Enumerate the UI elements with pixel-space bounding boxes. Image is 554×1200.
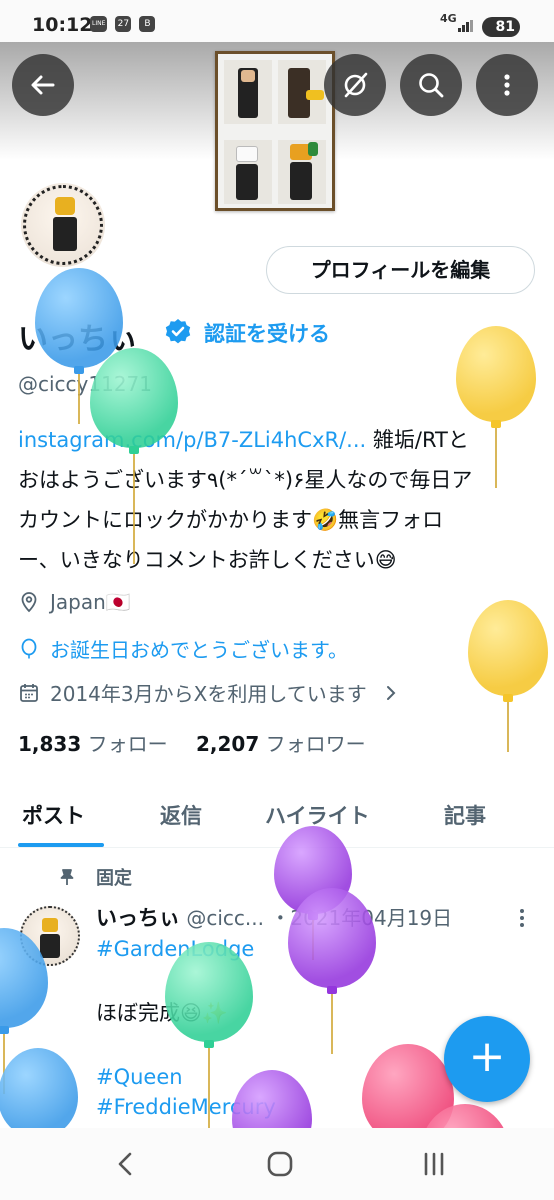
- following-label: フォロー: [87, 732, 168, 756]
- post-author[interactable]: いっちぃ: [96, 906, 180, 930]
- notification-icons: LINE 27 B: [90, 16, 156, 32]
- joined-row[interactable]: 2014年3月からXを利用しています: [18, 678, 409, 707]
- mute-button[interactable]: [324, 54, 386, 116]
- bio-link[interactable]: instagram.com/p/B7-ZLi4hCxR/...: [18, 428, 366, 452]
- compose-post-button[interactable]: +: [444, 1016, 530, 1102]
- more-options-button[interactable]: [476, 54, 538, 116]
- post-header: いっちぃ @cicc... ・2021年04月19日: [96, 902, 452, 932]
- birthday-row[interactable]: お誕生日おめでとうございます。: [18, 634, 348, 663]
- tab-posts[interactable]: ポスト: [22, 800, 85, 830]
- profile-avatar[interactable]: [18, 180, 108, 270]
- avatar-figure-head: [55, 197, 75, 215]
- active-tab-indicator: [18, 843, 104, 847]
- profile-tabs: ポスト 返信 ハイライト 記事: [0, 790, 554, 848]
- location-pin-icon: [21, 592, 37, 613]
- nav-recents-icon[interactable]: [416, 1148, 452, 1180]
- pin-icon: [60, 869, 74, 885]
- verified-badge-icon[interactable]: [164, 318, 192, 346]
- calendar-badge-icon: 27: [115, 16, 132, 32]
- post-avatar-body: [40, 934, 60, 958]
- nav-home-icon[interactable]: [262, 1148, 298, 1180]
- network-type: 4G: [440, 12, 457, 25]
- edit-profile-button[interactable]: プロフィールを編集: [266, 246, 535, 294]
- search-icon: [419, 73, 444, 98]
- status-time: 10:12: [32, 14, 93, 36]
- following-count: 1,833: [18, 732, 82, 756]
- birthday-text[interactable]: お誕生日おめでとうございます。: [50, 634, 348, 663]
- tab-articles[interactable]: 記事: [444, 800, 486, 830]
- system-nav-bar: [0, 1128, 554, 1200]
- signal-icon: [458, 20, 473, 32]
- location-text: Japan🇯🇵: [50, 590, 131, 614]
- tab-replies[interactable]: 返信: [160, 800, 202, 830]
- post-handle[interactable]: @cicc...: [186, 906, 264, 930]
- location-row: Japan🇯🇵: [18, 590, 131, 614]
- post-avatar-head: [42, 918, 58, 932]
- followers-label: フォロワー: [265, 732, 366, 756]
- avatar-figure-body: [53, 217, 77, 251]
- get-verified-link[interactable]: 認証を受ける: [204, 318, 330, 348]
- back-button[interactable]: [12, 54, 74, 116]
- bio-line: カウントにロックがかかります🤣無言フォロ: [18, 508, 444, 532]
- more-vertical-icon[interactable]: [514, 906, 530, 930]
- joined-text: 2014年3月からXを利用しています: [50, 682, 367, 706]
- banner-photo[interactable]: [215, 51, 335, 211]
- battery-indicator: 81: [482, 17, 520, 37]
- pinned-text: 固定: [96, 868, 132, 889]
- followers-count: 2,207: [195, 732, 260, 756]
- b-app-icon: B: [139, 16, 156, 32]
- bio-line: ー、いきなりコメントお許しください😅: [18, 548, 397, 572]
- balloon-icon: [21, 638, 37, 658]
- followers-stat[interactable]: 2,207 フォロワー: [196, 732, 366, 756]
- eye-off-icon: [344, 72, 368, 98]
- photo-cell: [224, 140, 272, 204]
- photo-cell: [224, 60, 272, 124]
- follow-stats: 1,833 フォロー 2,207 フォロワー: [18, 728, 366, 757]
- chevron-right-icon: [386, 685, 396, 700]
- pinned-label: 固定: [58, 864, 132, 890]
- bio-line: おはようございます٩(*´꒳`*)۶星人なので毎日ア: [18, 468, 473, 492]
- line-app-icon: LINE: [90, 16, 108, 32]
- bio-text: 雑垢/RTと: [366, 428, 469, 452]
- following-stat[interactable]: 1,833 フォロー: [18, 732, 168, 756]
- photo-cell: [278, 140, 326, 204]
- search-button[interactable]: [400, 54, 462, 116]
- profile-bio: instagram.com/p/B7-ZLi4hCxR/... 雑垢/RTと お…: [18, 420, 538, 580]
- calendar-icon: [20, 683, 38, 702]
- more-vertical-icon: [504, 74, 510, 96]
- photo-cell: [278, 60, 326, 124]
- arrow-left-icon: [31, 75, 55, 95]
- nav-back-icon[interactable]: [108, 1148, 144, 1180]
